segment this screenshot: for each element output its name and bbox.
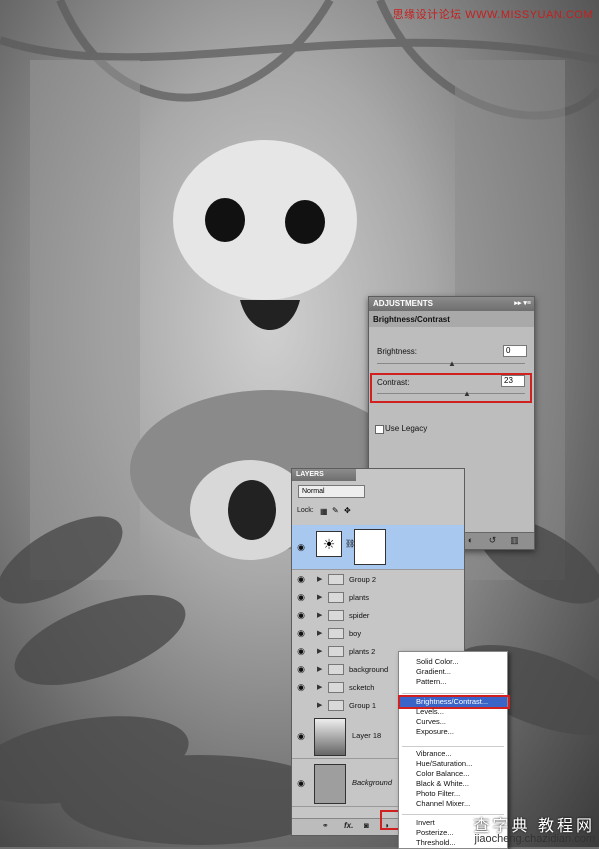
layer-row[interactable]: ◉ ▶ Group 2 — [292, 570, 464, 589]
layer-name: scketch — [349, 683, 375, 692]
menu-separator — [402, 814, 504, 815]
layer-thumbnail — [314, 764, 346, 804]
eye-icon[interactable]: ◉ — [295, 591, 307, 603]
watermark-bottom-big: 查字典 教程网 — [473, 818, 595, 835]
eye-icon[interactable] — [295, 699, 307, 711]
adjustments-tab-label: ADJUSTMENTS — [373, 299, 434, 308]
expand-triangle-icon[interactable]: ▶ — [317, 683, 322, 691]
menu-item[interactable]: Hue/Saturation... — [416, 759, 472, 768]
eye-icon[interactable]: ◉ — [295, 609, 307, 621]
expand-triangle-icon[interactable]: ▶ — [317, 629, 322, 637]
layer-name: plants — [349, 593, 370, 602]
layer-name: background — [349, 665, 389, 674]
adjustments-tab[interactable]: ADJUSTMENTS ▸▸ ▾≡ — [369, 297, 534, 311]
expand-triangle-icon[interactable]: ▶ — [317, 611, 322, 619]
menu-item[interactable]: Gradient... — [416, 667, 451, 676]
reset-icon[interactable]: ↺ — [487, 535, 498, 546]
layer-name: boy — [349, 629, 362, 638]
lock-label: Lock: — [297, 507, 314, 514]
menu-item[interactable]: Solid Color... — [416, 657, 459, 666]
menu-item[interactable]: Channel Mixer... — [416, 799, 470, 808]
contrast-input[interactable]: 23 — [501, 375, 525, 387]
menu-item[interactable]: Exposure... — [416, 727, 454, 736]
layer-thumbnail — [314, 718, 346, 756]
eye-icon[interactable]: ◉ — [295, 681, 307, 693]
layer-row[interactable]: ◉ ▶ boy — [292, 624, 464, 643]
contrast-label: Contrast: — [377, 378, 410, 387]
layer-name: spider — [349, 611, 370, 620]
eye-icon[interactable]: ◐ — [465, 535, 476, 546]
brightness-contrast-icon: ☀ — [316, 531, 342, 557]
layer-mask-thumbnail[interactable] — [354, 529, 386, 565]
layer-name: Layer 18 — [352, 731, 382, 740]
eye-icon[interactable]: ◉ — [295, 730, 307, 742]
contrast-slider-thumb[interactable]: ▲ — [463, 389, 471, 398]
layer-row[interactable]: ◉ ▶ spider — [292, 606, 464, 625]
use-legacy-checkbox[interactable] — [375, 425, 384, 434]
menu-item[interactable]: Brightness/Contrast... — [416, 697, 488, 706]
watermark-bottom-url: jiaocheng.chazidian.com — [474, 833, 595, 845]
layer-name: Group 1 — [349, 701, 377, 710]
menu-item[interactable]: Invert — [416, 818, 435, 827]
watermark-top: 思缘设计论坛 WWW.MISSYUAN.COM — [392, 9, 593, 21]
folder-icon — [328, 574, 344, 585]
menu-item[interactable]: Posterize... — [416, 828, 454, 837]
eye-icon[interactable]: ◉ — [295, 627, 307, 639]
link-icon[interactable]: ⚭ — [322, 821, 329, 830]
menu-item[interactable]: Threshold... — [416, 838, 456, 847]
menu-item[interactable]: Photo Filter... — [416, 789, 460, 798]
lock-transparent-icon[interactable]: ▦ — [320, 507, 328, 516]
folder-icon — [328, 682, 344, 693]
use-legacy-label: Use Legacy — [385, 424, 428, 433]
menu-item[interactable]: Color Balance... — [416, 769, 469, 778]
layers-tab[interactable]: LAYERS — [292, 469, 356, 481]
mask-icon[interactable]: ◙ — [364, 821, 369, 830]
lock-move-icon[interactable]: ✥ — [344, 506, 351, 515]
eye-icon[interactable]: ◉ — [295, 645, 307, 657]
expand-triangle-icon[interactable]: ▶ — [317, 701, 322, 709]
layer-row[interactable]: ◉ ▶ plants — [292, 588, 464, 607]
panel-menu-icon[interactable]: ▸▸ ▾≡ — [514, 297, 531, 311]
eye-icon[interactable]: ◉ — [295, 663, 307, 675]
expand-triangle-icon[interactable]: ▶ — [317, 665, 322, 673]
adjustment-title: Brightness/Contrast — [373, 315, 450, 324]
expand-triangle-icon[interactable]: ▶ — [317, 575, 322, 583]
folder-icon — [328, 664, 344, 675]
brightness-label: Brightness: — [377, 347, 418, 356]
expand-triangle-icon[interactable]: ▶ — [317, 647, 322, 655]
fx-icon[interactable]: fx. — [344, 821, 353, 830]
menu-item[interactable]: Black & White... — [416, 779, 469, 788]
expand-triangle-icon[interactable]: ▶ — [317, 593, 322, 601]
menu-separator — [402, 693, 504, 694]
layer-row-brightness-contrast[interactable]: ◉ ☀ ⛓ — [292, 525, 464, 570]
layer-name: Background — [352, 778, 393, 787]
watermark-bottom: 查字典 教程网 jiaocheng.chazidian.com — [473, 818, 595, 846]
folder-icon — [328, 592, 344, 603]
brightness-input[interactable]: 0 — [503, 345, 527, 357]
trash-icon[interactable]: ▥ — [509, 535, 520, 546]
contrast-slider-track[interactable] — [377, 393, 525, 394]
brightness-slider-thumb[interactable]: ▲ — [448, 359, 456, 368]
layer-name: plants 2 — [349, 647, 376, 656]
eye-icon[interactable]: ◉ — [295, 541, 307, 553]
menu-item[interactable]: Vibrance... — [416, 749, 452, 758]
eye-icon[interactable]: ◉ — [295, 573, 307, 585]
folder-icon — [328, 628, 344, 639]
menu-item[interactable]: Curves... — [416, 717, 446, 726]
eye-icon[interactable]: ◉ — [295, 777, 307, 789]
folder-icon — [328, 700, 344, 711]
lock-paint-icon[interactable]: ✎ — [332, 506, 339, 515]
folder-icon — [328, 646, 344, 657]
menu-item[interactable]: Levels... — [416, 707, 444, 716]
menu-item[interactable]: Pattern... — [416, 677, 446, 686]
blend-mode-select[interactable]: Normal — [298, 485, 365, 498]
layer-name: Group 2 — [349, 575, 377, 584]
folder-icon — [328, 610, 344, 621]
menu-separator — [402, 746, 504, 747]
